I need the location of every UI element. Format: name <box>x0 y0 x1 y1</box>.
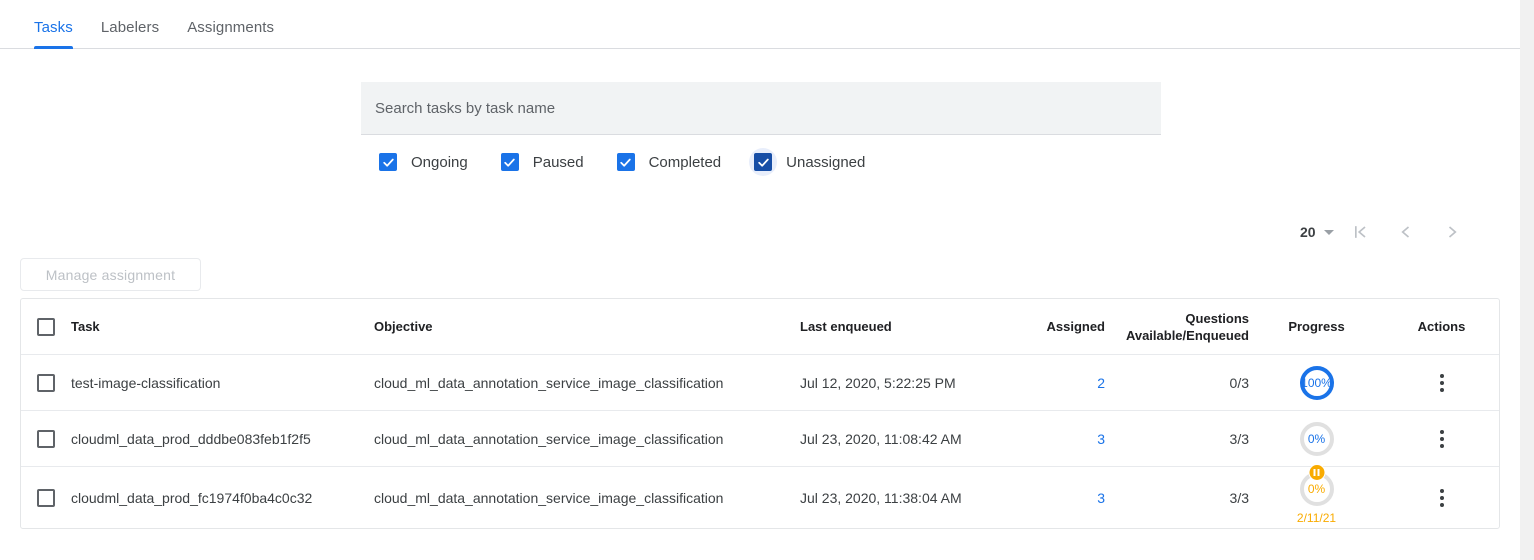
header-cell-assigned[interactable]: Assigned <box>1025 318 1105 335</box>
chevron-left-icon[interactable] <box>1386 212 1426 252</box>
select-all-checkbox[interactable] <box>37 318 55 336</box>
cell-questions: 3/3 <box>1105 490 1249 506</box>
filter-label: Completed <box>649 154 722 171</box>
more-vert-icon[interactable] <box>1432 481 1452 515</box>
vertical-scrollbar-track[interactable] <box>1520 0 1534 560</box>
progress-ring: 0% <box>1298 420 1336 458</box>
header-cell-last-enqueued[interactable]: Last enqueued <box>800 318 1025 335</box>
progress-percent-label: 100% <box>1298 364 1336 402</box>
cell-last-enqueued: Jul 23, 2020, 11:38:04 AM <box>800 490 1025 506</box>
checkbox-halo <box>612 148 640 176</box>
tab-tasks[interactable]: Tasks <box>20 19 87 48</box>
chevron-right-icon[interactable] <box>1432 212 1472 252</box>
row-select-cell <box>21 374 71 392</box>
cell-assigned: 2 <box>1025 375 1105 391</box>
pause-icon <box>1308 464 1325 481</box>
filter-paused[interactable]: Paused <box>496 148 584 176</box>
progress-ring: 100% <box>1298 364 1336 402</box>
cell-progress: 100% <box>1249 364 1384 402</box>
checkbox-halo <box>496 148 524 176</box>
page-root: TasksLabelersAssignments Ongoing Paused Co… <box>0 0 1520 560</box>
filter-completed[interactable]: Completed <box>612 148 722 176</box>
table-row[interactable]: cloudml_data_prod_fc1974f0ba4c0c32cloud_… <box>21 467 1499 528</box>
first-page-icon[interactable] <box>1340 212 1380 252</box>
tab-bar: TasksLabelersAssignments <box>0 5 1520 49</box>
cell-last-enqueued: Jul 12, 2020, 5:22:25 PM <box>800 375 1025 391</box>
search-input[interactable] <box>361 100 1161 117</box>
progress-indicator: 100% <box>1298 364 1336 402</box>
row-checkbox[interactable] <box>37 489 55 507</box>
assigned-count-link[interactable]: 2 <box>1097 375 1105 391</box>
filter-label: Unassigned <box>786 154 865 171</box>
cell-actions <box>1384 481 1499 515</box>
status-filter-group: Ongoing Paused Completed Unassigned <box>374 148 865 176</box>
cell-last-enqueued: Jul 23, 2020, 11:08:42 AM <box>800 431 1025 447</box>
checkbox-checked-icon[interactable] <box>754 153 772 171</box>
tasks-table: Task Objective Last enqueued Assigned Qu… <box>20 298 1500 529</box>
header-cell-actions: Actions <box>1384 318 1499 335</box>
header-cell-objective[interactable]: Objective <box>374 318 800 335</box>
cell-task: cloudml_data_prod_fc1974f0ba4c0c32 <box>71 490 374 506</box>
page-size-selector[interactable]: 20 <box>1300 224 1334 240</box>
cell-progress: 0% 2/11/21 <box>1249 470 1384 525</box>
cell-objective: cloud_ml_data_annotation_service_image_c… <box>374 375 800 391</box>
manage-assignment-button[interactable]: Manage assignment <box>20 258 201 291</box>
tab-assignments[interactable]: Assignments <box>173 19 288 48</box>
cell-actions <box>1384 366 1499 400</box>
row-select-cell <box>21 430 71 448</box>
checkbox-checked-icon[interactable] <box>617 153 635 171</box>
progress-sublabel: 2/11/21 <box>1297 511 1336 525</box>
assigned-count-link[interactable]: 3 <box>1097 490 1105 506</box>
table-body: test-image-classificationcloud_ml_data_a… <box>21 355 1499 528</box>
filter-ongoing[interactable]: Ongoing <box>374 148 468 176</box>
table-row[interactable]: test-image-classificationcloud_ml_data_a… <box>21 355 1499 411</box>
filter-label: Ongoing <box>411 154 468 171</box>
cell-questions: 0/3 <box>1105 375 1249 391</box>
row-select-cell <box>21 489 71 507</box>
cell-progress: 0% <box>1249 420 1384 458</box>
pagination-controls: 20 <box>1300 212 1472 252</box>
cell-objective: cloud_ml_data_annotation_service_image_c… <box>374 490 800 506</box>
cell-assigned: 3 <box>1025 431 1105 447</box>
tab-list: TasksLabelersAssignments <box>0 5 1520 48</box>
table-header-row: Task Objective Last enqueued Assigned Qu… <box>21 299 1499 355</box>
progress-indicator: 0% <box>1298 420 1336 458</box>
checkbox-checked-icon[interactable] <box>379 153 397 171</box>
page-size-value: 20 <box>1300 224 1316 240</box>
more-vert-icon[interactable] <box>1432 366 1452 400</box>
cell-questions: 3/3 <box>1105 431 1249 447</box>
cell-actions <box>1384 422 1499 456</box>
more-vert-icon[interactable] <box>1432 422 1452 456</box>
filter-unassigned[interactable]: Unassigned <box>749 148 865 176</box>
header-cell-select <box>21 318 71 336</box>
checkbox-checked-icon[interactable] <box>501 153 519 171</box>
progress-indicator: 0% 2/11/21 <box>1297 470 1336 525</box>
cell-task: test-image-classification <box>71 375 374 391</box>
assigned-count-link[interactable]: 3 <box>1097 431 1105 447</box>
row-checkbox[interactable] <box>37 374 55 392</box>
chevron-down-icon <box>1324 230 1334 235</box>
search-field-container[interactable] <box>361 82 1161 135</box>
filter-label: Paused <box>533 154 584 171</box>
row-checkbox[interactable] <box>37 430 55 448</box>
cell-task: cloudml_data_prod_dddbe083feb1f2f5 <box>71 431 374 447</box>
progress-percent-label: 0% <box>1298 420 1336 458</box>
progress-ring: 0% <box>1298 470 1336 508</box>
cell-assigned: 3 <box>1025 490 1105 506</box>
header-questions-line2: Available/Enqueued <box>1105 327 1249 344</box>
header-cell-questions[interactable]: Questions Available/Enqueued <box>1105 310 1249 344</box>
header-questions-line1: Questions <box>1105 310 1249 327</box>
header-cell-task[interactable]: Task <box>71 318 374 335</box>
cell-objective: cloud_ml_data_annotation_service_image_c… <box>374 431 800 447</box>
checkbox-halo <box>749 148 777 176</box>
checkbox-halo <box>374 148 402 176</box>
table-row[interactable]: cloudml_data_prod_dddbe083feb1f2f5cloud_… <box>21 411 1499 467</box>
manage-assignment-label: Manage assignment <box>46 267 175 283</box>
header-cell-progress[interactable]: Progress <box>1249 318 1384 335</box>
tab-labelers[interactable]: Labelers <box>87 19 173 48</box>
